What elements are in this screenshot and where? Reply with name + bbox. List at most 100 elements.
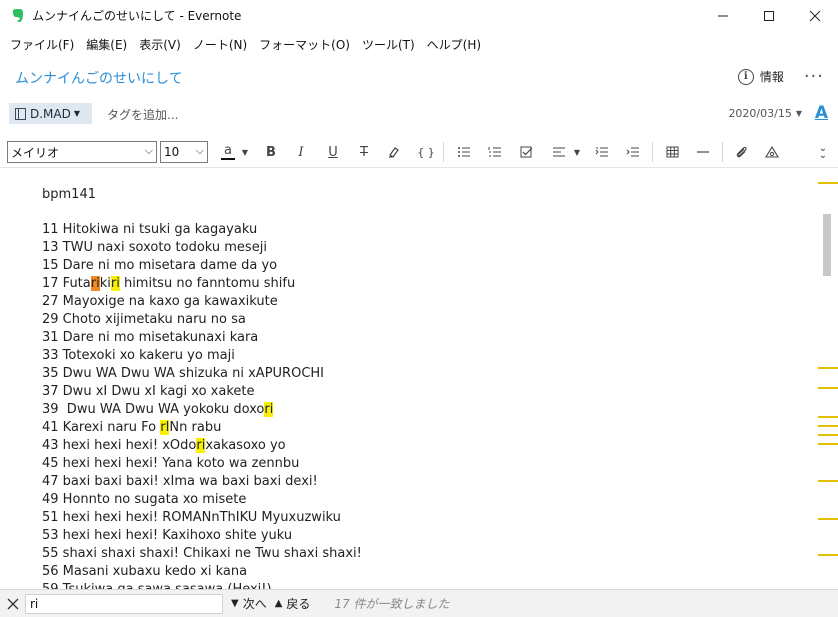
line-text: 43 hexi hexi hexi! xOdo (42, 438, 197, 453)
find-bar: ri ▼ 次へ ▲ 戻る 17 件が一致しました (0, 589, 838, 617)
line-text: 15 Dare ni mo misetara dame da yo (42, 258, 278, 273)
line-text: 51 hexi hexi hexi! ROMANnThIKU Myuxuzwik… (42, 510, 341, 525)
line-text: 33 Totexoki xo kakeru yo maji (42, 348, 235, 363)
scrollbar-match-marker (818, 480, 838, 482)
note-line: 56 Masani xubaxu kedo xi kana (42, 563, 362, 581)
tag-input[interactable]: タグを追加... (107, 106, 178, 123)
chevron-up-icon: ▲ (274, 598, 283, 609)
menu-file[interactable]: ファイル(F) (4, 36, 80, 53)
menu-bar: ファイル(F) 編集(E) 表示(V) ノート(N) フォーマット(O) ツール… (0, 33, 487, 55)
scrollbar-match-marker (818, 518, 838, 520)
window-title: ムンナイんごのせいにして - Evernote (32, 9, 242, 23)
line-text: 55 shaxi shaxi shaxi! Chikaxi ne Twu sha… (42, 546, 362, 561)
note-header-line: bpm141 (42, 187, 96, 202)
line-text: 11 Hitokiwa ni tsuki ga kagayaku (42, 222, 258, 237)
scrollbar-match-marker (818, 443, 838, 445)
find-input[interactable]: ri (25, 593, 223, 614)
info-icon[interactable]: i (737, 68, 754, 85)
toolbar-divider (443, 142, 444, 162)
menu-edit[interactable]: 編集(E) (80, 36, 133, 53)
chevron-down-icon[interactable]: ▼ (240, 142, 250, 162)
line-text: 53 hexi hexi hexi! Kaxihoxo shite yuku (42, 528, 293, 543)
more-options-icon[interactable]: ··· (804, 67, 824, 85)
expand-toolbar-icon[interactable]: ⌄ ⌄ (814, 142, 832, 162)
chevron-down-icon: ⌄ (818, 150, 828, 161)
menu-format[interactable]: フォーマット(O) (253, 36, 356, 53)
minimize-button[interactable] (700, 0, 746, 31)
bullet-list-icon[interactable] (455, 142, 473, 162)
font-size-select[interactable]: 10 ⌵ (160, 141, 208, 163)
chevron-down-icon[interactable]: ▼ (572, 142, 582, 162)
search-match-highlight: ri (196, 438, 206, 453)
line-text: 17 Futa (42, 276, 91, 291)
note-line: 13 TWU naxi soxoto todoku meseji (42, 239, 362, 257)
maximize-button[interactable] (746, 0, 792, 31)
line-text: 49 Honnto no sugata xo misete (42, 492, 247, 507)
checkbox-icon[interactable] (517, 142, 535, 162)
find-next-button[interactable]: ▼ 次へ (231, 595, 267, 612)
note-line: 43 hexi hexi hexi! xOdorixakasoxo yo (42, 437, 362, 455)
note-date[interactable]: 2020/03/15 ▼ (728, 107, 802, 120)
note-date-label: 2020/03/15 (728, 107, 792, 120)
note-title[interactable]: ムンナイんごのせいにして (15, 68, 183, 88)
underline-icon[interactable]: U (324, 142, 342, 162)
note-line: 47 baxi baxi baxi! xIma wa baxi baxi dex… (42, 473, 362, 491)
note-line: 33 Totexoki xo kakeru yo maji (42, 347, 362, 365)
line-text: 35 Dwu WA Dwu WA shizuka ni xAPUROCHI (42, 366, 325, 381)
evernote-logo-icon (10, 8, 24, 24)
text-color-button[interactable]: a (218, 142, 238, 162)
line-text: 45 hexi hexi hexi! Yana koto wa zennbu (42, 456, 300, 471)
note-line: 55 shaxi shaxi shaxi! Chikaxi ne Twu sha… (42, 545, 362, 563)
toolbar-divider (722, 142, 723, 162)
italic-icon[interactable]: I (292, 142, 310, 162)
bold-icon[interactable]: B (262, 142, 280, 162)
find-next-label: 次へ (242, 597, 267, 611)
scrollbar-match-marker (818, 182, 838, 184)
table-icon[interactable] (663, 142, 681, 162)
search-match-highlight: ri (264, 402, 274, 417)
line-text: 29 Choto xijimetaku naru no sa (42, 312, 246, 327)
line-text: 27 Mayoxige na kaxo ga kawaxikute (42, 294, 278, 309)
sketch-icon[interactable] (763, 142, 781, 162)
highlight-icon[interactable] (385, 142, 403, 162)
line-text: ki (99, 276, 111, 291)
info-button[interactable]: 情報 (760, 68, 784, 85)
font-family-select[interactable]: メイリオ ⌵ (7, 141, 157, 163)
window-controls (700, 0, 838, 31)
menu-note[interactable]: ノート(N) (187, 36, 253, 53)
find-close-button[interactable] (1, 592, 25, 616)
font-size-value: 10 (164, 145, 180, 159)
search-match-highlight: ri (110, 276, 120, 291)
horizontal-rule-icon[interactable] (694, 142, 712, 162)
close-button[interactable] (792, 0, 838, 31)
menu-help[interactable]: ヘルプ(H) (421, 36, 487, 53)
indent-icon[interactable] (624, 142, 642, 162)
menu-view[interactable]: 表示(V) (133, 36, 187, 53)
line-text: Nn rabu (169, 420, 222, 435)
menu-tools[interactable]: ツール(T) (356, 36, 421, 53)
align-icon[interactable] (550, 142, 568, 162)
code-block-icon[interactable]: { } (416, 142, 436, 162)
attachment-icon[interactable] (732, 142, 750, 162)
line-text: xakasoxo yo (205, 438, 286, 453)
line-text: himitsu no fanntomu shifu (119, 276, 296, 291)
vertical-scrollbar[interactable] (818, 169, 838, 589)
notebook-name: D.MAD (30, 106, 71, 121)
numbered-list-icon[interactable] (486, 142, 504, 162)
find-previous-label: 戻る (286, 597, 311, 611)
notebook-selector[interactable]: D.MAD ▼ (9, 103, 92, 124)
note-line: 45 hexi hexi hexi! Yana koto wa zennbu (42, 455, 362, 473)
chevron-down-icon: ⌵ (195, 144, 204, 157)
note-line: 31 Dare ni mo misetakunaxi kara (42, 329, 362, 347)
line-text: 41 Karexi naru Fo (42, 420, 161, 435)
format-toolbar: メイリオ ⌵ 10 ⌵ a ▼ B I U T { } ▼ ⌄ ⌄ (0, 136, 838, 168)
scrollbar-thumb[interactable] (823, 214, 831, 276)
note-line: 59 Tsukiwa ga sawa sasawa (Hexi!) (42, 581, 362, 589)
strikethrough-icon[interactable]: T (355, 142, 373, 162)
scrollbar-match-marker (818, 554, 838, 556)
find-previous-button[interactable]: ▲ 戻る (275, 595, 311, 612)
text-style-icon[interactable]: A (815, 103, 828, 123)
line-text: 59 Tsukiwa ga sawa sasawa (Hexi!) (42, 582, 272, 589)
outdent-icon[interactable] (593, 142, 611, 162)
note-editor[interactable]: bpm141 11 Hitokiwa ni tsuki ga kagayaku 1… (0, 169, 818, 589)
